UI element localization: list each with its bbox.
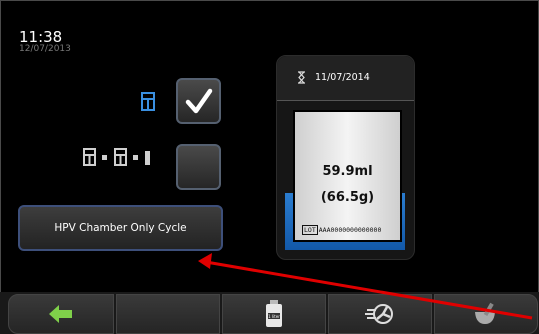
cartridge-header: 11/07/2014 <box>277 56 414 101</box>
cartridge-button[interactable]: 1 liter <box>222 294 326 334</box>
cartridge-bottle: 59.9ml (66.5g) LOT AAA0000000000000 <box>293 110 402 242</box>
cartridge-volume: 59.9ml <box>322 164 373 179</box>
expiry-date: 11/07/2014 <box>315 72 370 83</box>
lot-label: LOT <box>302 225 318 235</box>
mortar-pestle-icon <box>475 302 495 324</box>
bottle-label: 1 liter <box>268 314 280 319</box>
chamber-only-checkbox[interactable] <box>176 78 221 124</box>
lot-number: LOT AAA0000000000000 <box>302 225 382 235</box>
lot-value: AAA0000000000000 <box>318 226 382 234</box>
aeration-button[interactable] <box>328 294 432 334</box>
full-cycle-checkbox[interactable] <box>176 144 221 190</box>
bottle-icon: 1 liter <box>266 300 282 327</box>
cartridge-weight: (66.5g) <box>320 190 375 205</box>
toolbar-empty-button[interactable] <box>116 294 220 334</box>
chamber-icon <box>141 92 155 111</box>
checkmark-icon <box>185 88 213 114</box>
screen-frame <box>0 0 539 334</box>
clock-date: 12/07/2013 <box>19 44 71 54</box>
aeration-fan-icon <box>365 304 393 324</box>
chamber-devices-icon <box>83 148 150 166</box>
hpv-chamber-only-cycle-button[interactable]: HPV Chamber Only Cycle <box>18 205 223 251</box>
back-button[interactable] <box>8 294 114 334</box>
utility-button[interactable] <box>434 294 538 334</box>
back-arrow-icon <box>49 305 72 323</box>
hourglass-icon <box>298 71 305 84</box>
